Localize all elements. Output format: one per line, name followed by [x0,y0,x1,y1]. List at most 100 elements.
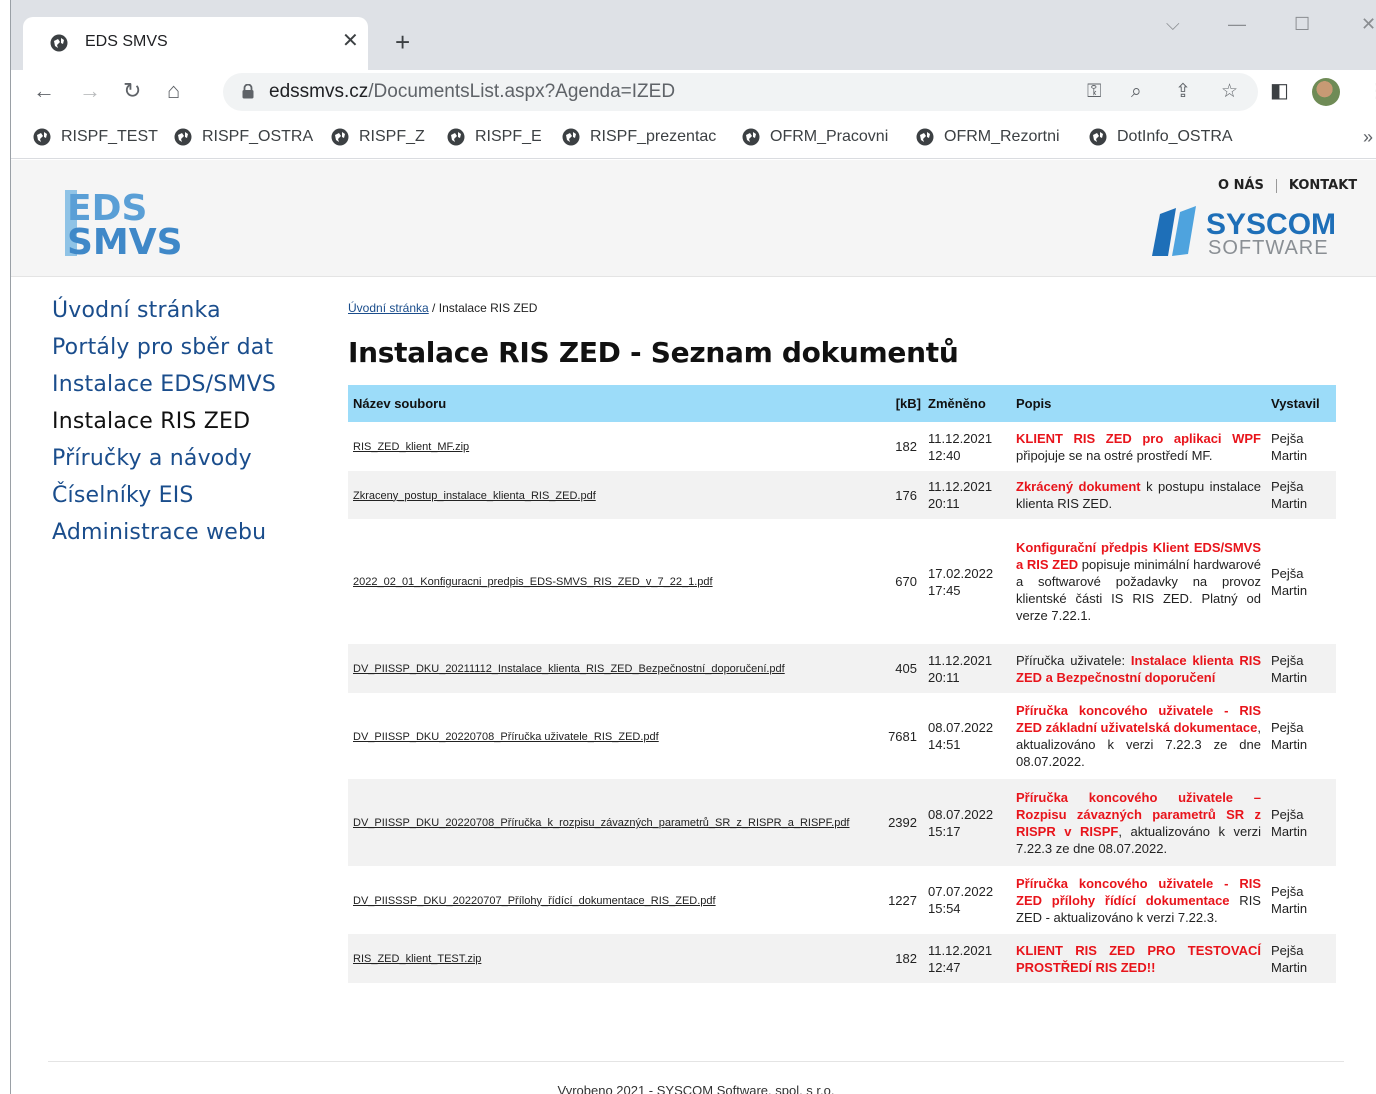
documents-table: Název souboru [kB] Změněno Popis Vystavi… [348,385,1336,983]
tab-close-icon[interactable]: ✕ [342,31,359,51]
chevron-down-icon[interactable]: ⌵ [1166,14,1180,35]
nav-item-manuals[interactable]: Příručky a návody [52,440,332,477]
back-button[interactable]: ← [33,78,55,104]
globe-icon [562,128,580,146]
browser-tab[interactable]: EDS SMVS ✕ [23,17,368,70]
avatar[interactable] [1312,78,1340,106]
description-cell: KLIENT RIS ZED PRO TESTOVACÍ PROSTŘEDÍ R… [1011,934,1266,983]
bookmark-item[interactable]: RISPF_prezentac [562,128,716,146]
syscom-logo[interactable]: SYSCOM SOFTWARE [1146,204,1346,260]
key-icon[interactable]: ⚿ [1087,81,1101,103]
description-cell: Konfigurační předpis Klient EDS/SMVS a R… [1011,519,1266,644]
maximize-button[interactable]: ☐ [1294,14,1310,35]
description-cell: Příručka koncového uživatele – Rozpisu z… [1011,779,1266,866]
table-row: DV_PIISSP_DKU_20211112_Instalace_klienta… [348,644,1336,693]
author-cell: Pejša Martin [1266,779,1336,866]
bookmarks-overflow-button[interactable]: » [1363,127,1373,148]
nav-item-home[interactable]: Úvodní stránka [52,292,332,329]
minimize-button[interactable]: — [1228,14,1246,35]
bookmark-item[interactable]: RISPF_TEST [33,128,158,146]
forward-button[interactable]: → [79,78,101,104]
bookmark-item[interactable]: DotInfo_OSTRA [1089,128,1233,146]
size-cell: 670 [881,519,923,644]
bookmark-item[interactable]: RISPF_E [447,128,542,146]
date-cell: 11.12.2021 20:11 [923,471,1011,519]
description-cell: Příručka uživatele: Instalace klienta RI… [1011,644,1266,693]
description-cell: Zkrácený dokument k postupu instalace kl… [1011,471,1266,519]
table-row: DV_PIISSSP_DKU_20220707_Přílohy_řídící_d… [348,866,1336,934]
author-cell: Pejša Martin [1266,866,1336,934]
author-cell: Pejša Martin [1266,644,1336,693]
browser-toolbar: ← → ↻ ⌂ edssmvs.cz/DocumentsList.aspx?Ag… [11,70,1376,115]
date-cell: 11.12.2021 20:11 [923,644,1011,693]
file-link[interactable]: DV_PIISSP_DKU_20220708_Příručka_k_rozpis… [353,817,850,829]
globe-icon [331,128,349,146]
globe-icon [916,128,934,146]
size-cell: 1227 [881,866,923,934]
nav-item-install-ris-zed[interactable]: Instalace RIS ZED [52,403,332,440]
contact-link[interactable]: KONTAKT [1277,178,1369,193]
globe-icon [33,128,51,146]
author-cell: Pejša Martin [1266,934,1336,983]
about-link[interactable]: O NÁS [1206,178,1276,193]
address-bar[interactable]: edssmvs.cz/DocumentsList.aspx?Agenda=IZE… [223,73,1258,111]
breadcrumb-home-link[interactable]: Úvodní stránka [348,301,429,315]
breadcrumb: Úvodní stránka / Instalace RIS ZED [348,301,537,315]
author-cell: Pejša Martin [1266,422,1336,471]
site-header: EDS SMVS O NÁS KONTAKT SYSCOM SOFTWARE [11,160,1376,277]
globe-icon [742,128,760,146]
page-title: Instalace RIS ZED - Seznam dokumentů [348,336,959,369]
globe-icon [1089,128,1107,146]
close-window-button[interactable]: ✕ [1361,14,1376,35]
nav-item-install-eds[interactable]: Instalace EDS/SMVS [52,366,332,403]
footer-divider [48,1061,1344,1062]
date-cell: 11.12.2021 12:47 [923,934,1011,983]
home-button[interactable]: ⌂ [167,78,180,104]
top-links: O NÁS KONTAKT [1206,178,1369,193]
nav-item-portals[interactable]: Portály pro sběr dat [52,329,332,366]
author-cell: Pejša Martin [1266,519,1336,644]
column-header-filename: Název souboru [348,385,881,422]
nav-item-admin[interactable]: Administrace webu [52,514,332,551]
eds-smvs-logo[interactable]: EDS SMVS [63,188,203,260]
bookmark-item[interactable]: RISPF_Z [331,128,425,146]
size-cell: 176 [881,471,923,519]
file-cell: DV_PIISSP_DKU_20220708_Příručka_k_rozpis… [348,779,881,866]
footer-text: Vyrobeno 2021 - SYSCOM Software, spol. s… [557,1083,835,1094]
zoom-icon[interactable]: ⌕ [1131,81,1142,103]
bookmark-item[interactable]: OFRM_Rezortni [916,128,1060,146]
lock-icon[interactable] [242,84,254,99]
url-text[interactable]: edssmvs.cz/DocumentsList.aspx?Agenda=IZE… [269,81,675,103]
file-link[interactable]: DV_PIISSP_DKU_20211112_Instalace_klienta… [353,663,785,675]
globe-icon [447,128,465,146]
side-panel-icon[interactable]: ◧ [1270,80,1289,102]
author-cell: Pejša Martin [1266,471,1336,519]
date-cell: 11.12.2021 12:40 [923,422,1011,471]
file-cell: Zkraceny_postup_instalace_klienta_RIS_ZE… [348,471,881,519]
file-link[interactable]: RIS_ZED_klient_TEST.zip [353,953,481,965]
breadcrumb-separator: / [428,301,439,315]
column-header-size: [kB] [881,385,923,422]
new-tab-button[interactable]: + [395,29,410,55]
reload-button[interactable]: ↻ [123,78,141,104]
date-cell: 08.07.2022 15:17 [923,779,1011,866]
bookmark-item[interactable]: RISPF_OSTRA [174,128,313,146]
date-cell: 08.07.2022 14:51 [923,693,1011,779]
date-cell: 17.02.2022 17:45 [923,519,1011,644]
globe-icon [50,34,68,52]
bookmark-item[interactable]: OFRM_Pracovni [742,128,888,146]
file-link[interactable]: 2022_02_01_Konfiguracni_predpis_EDS-SMVS… [353,576,713,588]
column-header-modified: Změněno [923,385,1011,422]
file-link[interactable]: Zkraceny_postup_instalace_klienta_RIS_ZE… [353,490,596,502]
nav-item-codelists[interactable]: Číselníky EIS [52,477,332,514]
column-header-description: Popis [1011,385,1266,422]
file-link[interactable]: DV_PIISSSP_DKU_20220707_Přílohy_řídící_d… [353,895,716,907]
share-icon[interactable]: ⇪ [1175,81,1191,103]
description-cell: Příručka koncového uživatele - RIS ZED p… [1011,866,1266,934]
description-cell: Příručka koncového uživatele - RIS ZED z… [1011,693,1266,779]
file-link[interactable]: RIS_ZED_klient_MF.zip [353,441,469,453]
menu-icon[interactable]: ⋮ [1367,80,1376,102]
bookmark-star-icon[interactable]: ☆ [1221,81,1238,103]
table-row: Zkraceny_postup_instalace_klienta_RIS_ZE… [348,471,1336,519]
file-link[interactable]: DV_PIISSP_DKU_20220708_Příručka uživatel… [353,731,659,743]
